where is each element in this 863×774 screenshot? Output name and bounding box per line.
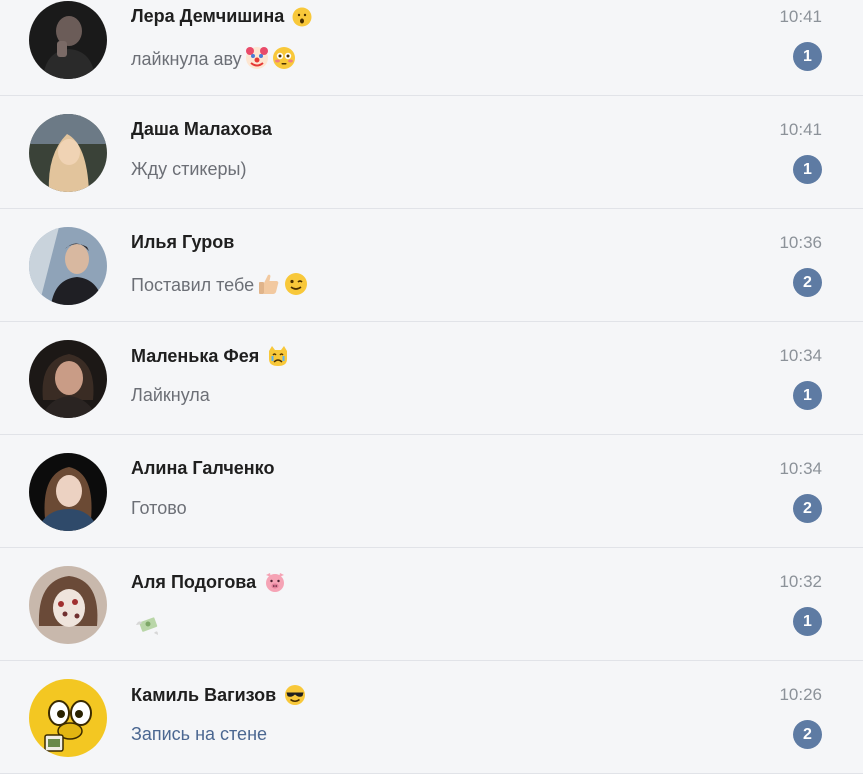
- contact-name: Лера Демчишина: [131, 6, 312, 32]
- unread-badge: 2: [793, 268, 822, 297]
- contact-name: Илья Гуров: [131, 232, 234, 253]
- wink-face-emoji: [284, 272, 308, 301]
- contact-name: Алина Галченко: [131, 458, 274, 479]
- contact-name-text: Камиль Вагизов: [131, 685, 277, 705]
- dialog-row[interactable]: Лера Демчишина лайкнула аву 10:41 1: [0, 0, 863, 96]
- contact-name-text: Даша Малахова: [131, 119, 272, 139]
- message-time: 10:32: [779, 572, 822, 591]
- contact-name-text: Алина Галченко: [131, 458, 275, 478]
- last-message: Жду стикеры): [131, 159, 246, 180]
- flushed-face-emoji: [272, 46, 296, 75]
- dialog-row[interactable]: Маленька Фея Лайкнула 10:34 1: [0, 323, 863, 435]
- avatar[interactable]: [29, 453, 107, 531]
- unread-badge: 1: [793, 607, 822, 636]
- avatar[interactable]: [29, 227, 107, 305]
- dialog-row[interactable]: Камиль Вагизов Запись на стене 10:26 2: [0, 662, 863, 774]
- sunglasses-face-emoji: [284, 684, 306, 711]
- last-message: Готово: [131, 498, 187, 519]
- contact-name-text: Маленька Фея: [131, 346, 260, 366]
- message-time: 10:41: [779, 120, 822, 139]
- contact-name: Камиль Вагизов: [131, 684, 306, 711]
- contact-name-text: Илья Гуров: [131, 232, 235, 252]
- contact-name: Маленька Фея: [131, 345, 289, 372]
- clown-face-emoji: [245, 46, 269, 75]
- dialog-row[interactable]: Илья Гуров Поставил тебе 10:36 2: [0, 210, 863, 322]
- last-message-text: Готово: [131, 498, 187, 518]
- message-time: 10:26: [779, 685, 822, 704]
- wall-post-link[interactable]: Запись на стене: [131, 724, 267, 744]
- unread-badge: 1: [793, 42, 822, 71]
- message-time: 10:34: [779, 459, 822, 478]
- message-time: 10:41: [779, 7, 822, 26]
- last-message: Поставил тебе: [131, 272, 308, 301]
- avatar[interactable]: [29, 566, 107, 644]
- open-mouth-emoji: [292, 7, 312, 32]
- last-message[interactable]: Запись на стене: [131, 724, 267, 745]
- last-message: лайкнула аву: [131, 46, 296, 75]
- last-message: Лайкнула: [131, 385, 210, 406]
- unread-badge: 2: [793, 720, 822, 749]
- message-time: 10:34: [779, 346, 822, 365]
- last-message-text: Жду стикеры): [131, 159, 247, 179]
- avatar[interactable]: [29, 114, 107, 192]
- dialog-row[interactable]: Даша Малахова Жду стикеры) 10:41 1: [0, 97, 863, 209]
- last-message: [131, 611, 160, 642]
- avatar[interactable]: [29, 679, 107, 757]
- unread-badge: 1: [793, 155, 822, 184]
- pig-face-emoji: [264, 571, 286, 598]
- unread-badge: 2: [793, 494, 822, 523]
- dialog-row[interactable]: Алина Галченко Готово 10:34 2: [0, 436, 863, 548]
- avatar[interactable]: [29, 340, 107, 418]
- thumbs-up-emoji: [257, 272, 281, 301]
- dialog-row[interactable]: Аля Подогова 10:32 1: [0, 549, 863, 661]
- message-time: 10:36: [779, 233, 822, 252]
- avatar[interactable]: [29, 1, 107, 79]
- contact-name: Аля Подогова: [131, 571, 286, 598]
- crying-cat-emoji: [267, 345, 289, 372]
- last-message-text: Поставил тебе: [131, 275, 255, 295]
- dialog-list: Лера Демчишина лайкнула аву 10:41 1 Даша…: [0, 0, 863, 774]
- last-message-text: лайкнула аву: [131, 49, 242, 69]
- money-with-wings-emoji: [134, 611, 160, 642]
- contact-name-text: Лера Демчишина: [131, 6, 285, 26]
- contact-name: Даша Малахова: [131, 119, 272, 140]
- unread-badge: 1: [793, 381, 822, 410]
- contact-name-text: Аля Подогова: [131, 572, 257, 592]
- last-message-text: Лайкнула: [131, 385, 210, 405]
